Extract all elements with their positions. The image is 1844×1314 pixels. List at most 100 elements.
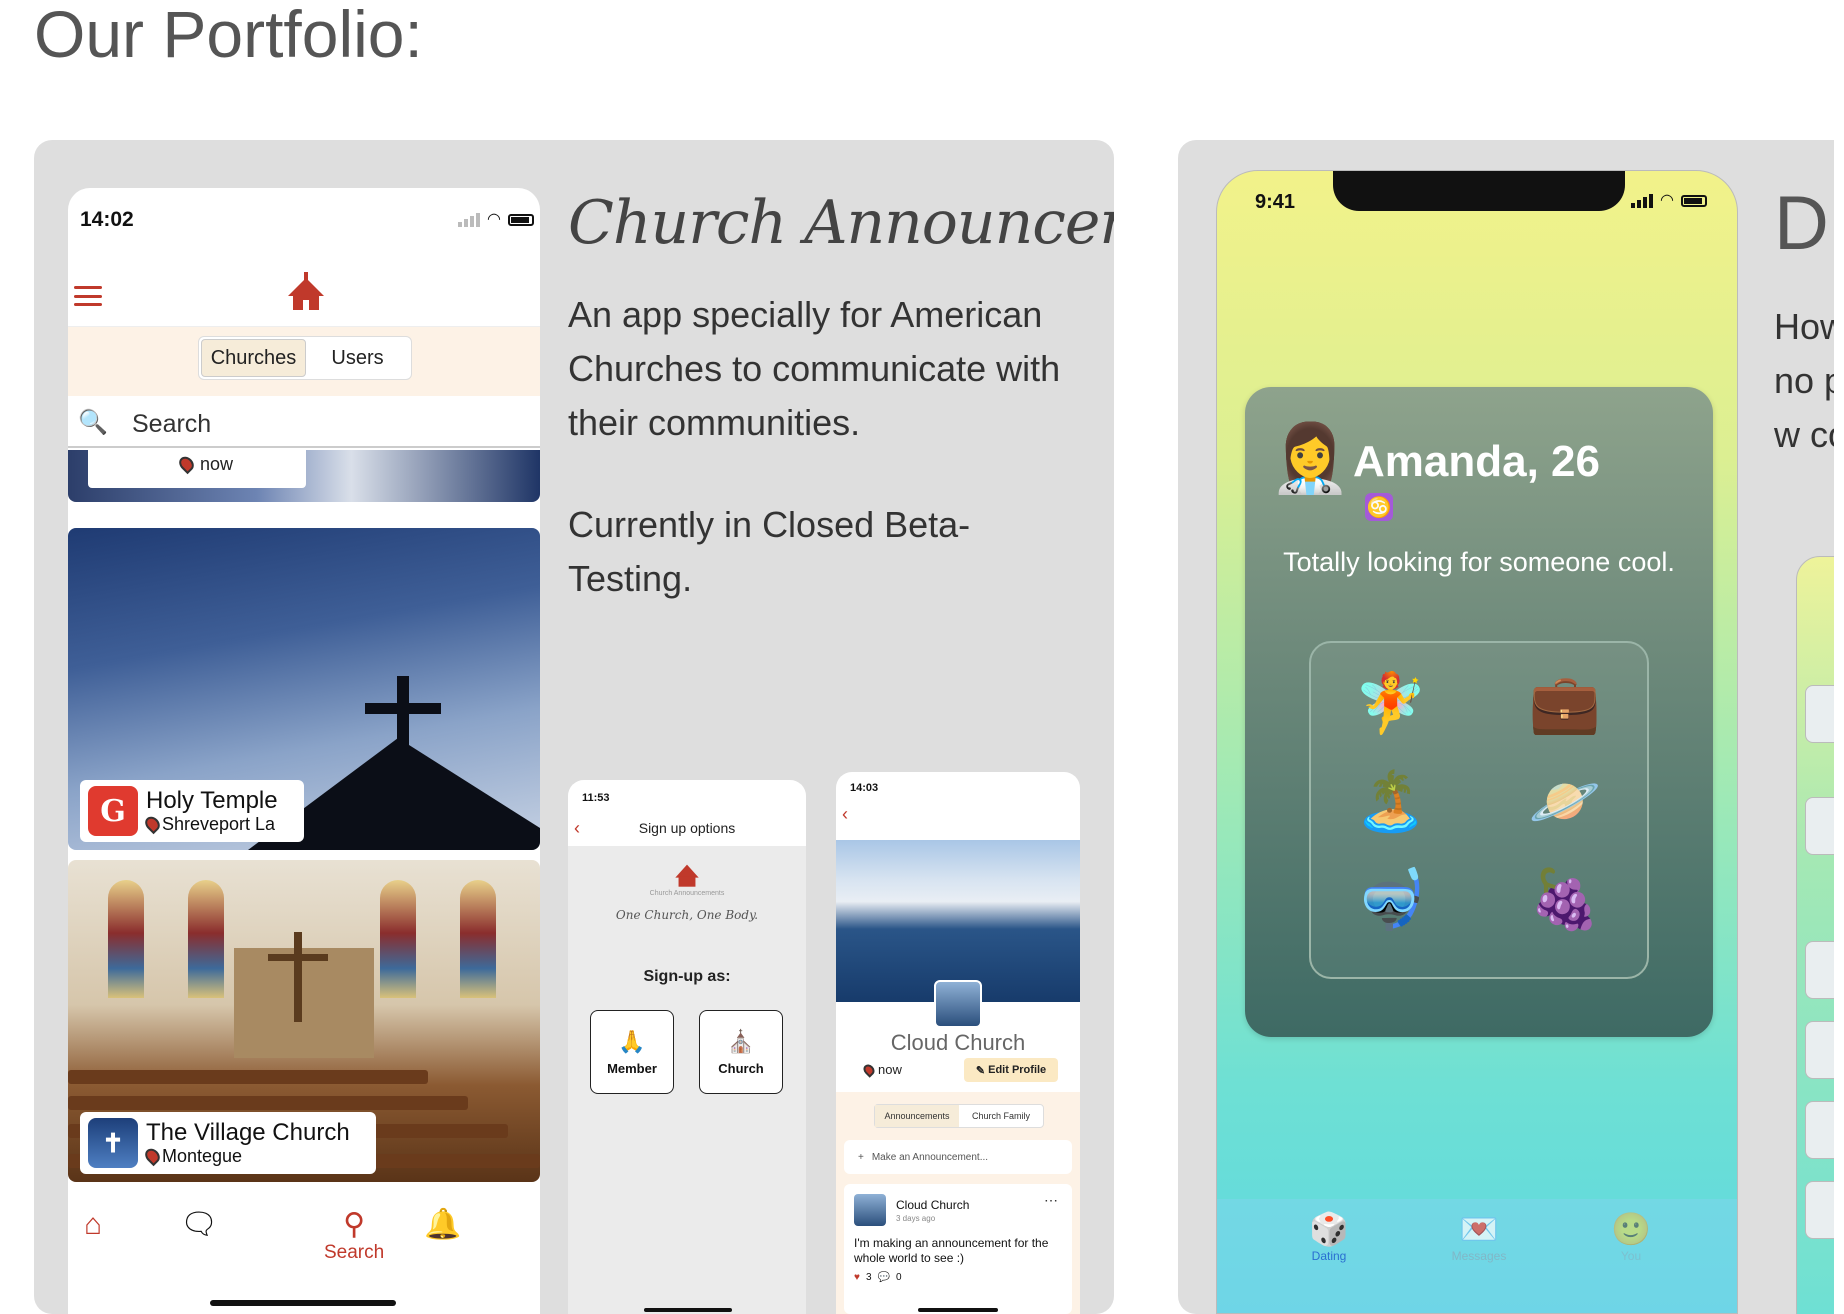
- feed-item-label: now: [88, 450, 306, 488]
- app-status: Currently in Closed Beta-Testing.: [568, 504, 971, 599]
- church-button[interactable]: ⛪ Church: [699, 1010, 783, 1094]
- menu-icon[interactable]: [74, 286, 102, 306]
- segment-control: Churches Users: [198, 336, 412, 380]
- post-time: 3 days ago: [896, 1214, 936, 1223]
- pencil-icon: ✎: [975, 1064, 989, 1077]
- location-pin-icon: [176, 453, 197, 475]
- heart-message-icon: 💌: [1459, 1211, 1499, 1247]
- app-description: An app specially for American Churches t…: [568, 294, 1061, 443]
- dating-app-title: D: [1774, 181, 1829, 266]
- status-icons: ◠: [1631, 193, 1707, 209]
- make-announcement-input[interactable]: + Make an Announcement...: [844, 1140, 1072, 1174]
- person-icon: 🙂: [1611, 1211, 1651, 1247]
- church-name: Holy Temple: [146, 786, 278, 814]
- dating-app-card: 9:41 ◠ 👩‍⚕️ Amanda, 26 ♋ Totally looking…: [1178, 140, 1844, 1314]
- page-edge: [1834, 0, 1844, 1314]
- profile-card[interactable]: 👩‍⚕️ Amanda, 26 ♋ Totally looking for so…: [1245, 387, 1713, 1037]
- interests-grid: 🧚 💼 🏝️ 🪐 🤿 🍇: [1309, 641, 1649, 979]
- holy-temple-logo-icon: G: [88, 786, 138, 836]
- post-stats: ♥ 3 💬 0: [854, 1272, 902, 1283]
- plus-icon: +: [858, 1151, 864, 1163]
- edit-profile-button[interactable]: ✎ Edit Profile: [964, 1058, 1058, 1082]
- screen-title: Sign up options: [638, 820, 736, 836]
- dice-icon: 🎲: [1309, 1211, 1349, 1247]
- home-icon: ⌂: [84, 1208, 103, 1241]
- tab-messages[interactable]: 🗨: [180, 1208, 218, 1242]
- chat-icon: 🗨: [180, 1208, 219, 1241]
- signal-icon: [1631, 194, 1654, 208]
- tab-church-family[interactable]: Church Family: [959, 1105, 1043, 1127]
- segment-churches[interactable]: Churches: [201, 339, 306, 377]
- tab-search-label: Search: [324, 1242, 385, 1263]
- search-icon: 🔍: [78, 409, 108, 436]
- brand-name: Church Announcements: [649, 890, 725, 897]
- location-pin-icon: [142, 813, 163, 835]
- wifi-icon: ◠: [487, 211, 501, 228]
- status-icons: ◠: [458, 212, 534, 228]
- tab-home[interactable]: ⌂: [84, 1208, 102, 1242]
- dating-tab-bar: 🎲 Dating 💌 Messages 🙂 You: [1217, 1199, 1737, 1313]
- fairy-icon: 🧚: [1354, 671, 1428, 736]
- app-title: Church Announcements: [568, 188, 1114, 258]
- signup-prompt: Sign-up as:: [643, 968, 731, 985]
- feed-label-holy-temple[interactable]: G Holy Temple Shreveport La: [80, 780, 304, 842]
- village-church-logo-icon: ✝: [88, 1118, 138, 1168]
- heart-icon[interactable]: ♥: [854, 1272, 860, 1283]
- church-icon: ⛪: [727, 1028, 755, 1054]
- announcement-post[interactable]: Cloud Church 3 days ago ⋯ I'm making an …: [844, 1184, 1072, 1314]
- portfolio-heading: Our Portfolio:: [34, 0, 423, 71]
- tab-announcements[interactable]: Announcements: [875, 1105, 959, 1127]
- status-time: 11:53: [582, 792, 610, 804]
- profile-name: Amanda, 26: [1353, 437, 1600, 486]
- location-pin-icon: [142, 1145, 163, 1167]
- home-indicator: [210, 1300, 396, 1306]
- tab-search[interactable]: ⚲ Search: [324, 1208, 384, 1264]
- comment-icon[interactable]: 💬: [878, 1272, 890, 1283]
- post-author: Cloud Church: [896, 1198, 970, 1212]
- member-button[interactable]: 🙏 Member: [590, 1010, 674, 1094]
- zodiac-cancer-icon: ♋: [1365, 493, 1393, 521]
- battery-icon: [508, 214, 534, 226]
- search-bar[interactable]: 🔍 Search: [68, 396, 540, 448]
- post-text: I'm making an announcement for the whole…: [854, 1236, 1049, 1265]
- profile-phone: 14:03 ‹ Cloud Church now ✎ Edit Profile …: [836, 772, 1080, 1314]
- segment-users[interactable]: Users: [306, 339, 409, 377]
- more-icon[interactable]: ⋯: [1044, 1192, 1058, 1209]
- woman-health-worker-icon: 👩‍⚕️: [1269, 421, 1352, 495]
- status-time: 9:41: [1255, 191, 1296, 213]
- signal-icon: [458, 213, 481, 227]
- back-icon[interactable]: ‹: [842, 804, 848, 825]
- status-time: 14:03: [850, 782, 879, 794]
- search-input[interactable]: Search: [132, 410, 211, 439]
- tab-notifications[interactable]: 🔔: [424, 1208, 461, 1242]
- church-main-phone: 14:02 ◠ Churches Users 🔍 Search now G Ho…: [68, 188, 540, 1314]
- cover-photo: [836, 840, 1080, 1002]
- church-location: Shreveport La: [162, 813, 276, 834]
- church-app-card: 14:02 ◠ Churches Users 🔍 Search now G Ho…: [34, 140, 1114, 1314]
- avatar: [854, 1194, 886, 1226]
- tab-you[interactable]: 🙂 You: [1591, 1209, 1671, 1263]
- avatar: [934, 980, 982, 1028]
- praying-hands-icon: 🙏: [618, 1028, 646, 1054]
- church-logo-icon: [288, 272, 324, 310]
- dating-phone: 9:41 ◠ 👩‍⚕️ Amanda, 26 ♋ Totally looking…: [1216, 170, 1738, 1314]
- notch: [1333, 171, 1625, 211]
- island-icon: 🏝️: [1354, 769, 1428, 834]
- grapes-icon: 🍇: [1528, 867, 1602, 932]
- cross-icon: [397, 676, 409, 776]
- profile-tabs: Announcements Church Family: [874, 1104, 1044, 1128]
- church-location: Montegue: [162, 1145, 243, 1166]
- tab-dating[interactable]: 🎲 Dating: [1289, 1209, 1369, 1263]
- feed-item-cloud-church[interactable]: now: [68, 450, 540, 502]
- search-icon: ⚲: [343, 1208, 366, 1241]
- feed-label-village-church[interactable]: ✝ The Village Church Montegue: [80, 1112, 376, 1174]
- bell-icon: 🔔: [424, 1208, 462, 1241]
- crucifix-icon: [294, 932, 302, 1022]
- diving-mask-icon: 🤿: [1354, 867, 1428, 932]
- profile-bio: Totally looking for someone cool.: [1283, 547, 1675, 577]
- tab-bar: ⌂ 🗨 ⚲ Search 🔔: [68, 1190, 540, 1314]
- wifi-icon: ◠: [1660, 192, 1674, 209]
- signup-phone: 11:53 ‹ Sign up options Church Announcem…: [568, 780, 806, 1314]
- profile-name: Cloud Church: [890, 1030, 1026, 1055]
- tab-messages[interactable]: 💌 Messages: [1439, 1209, 1519, 1263]
